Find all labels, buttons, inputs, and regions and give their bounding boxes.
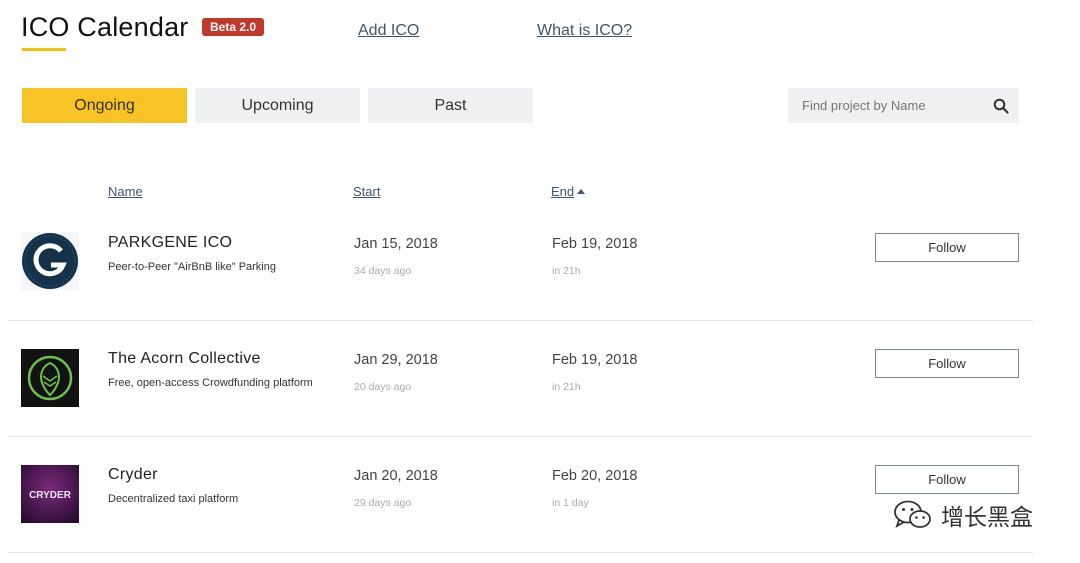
end-date: Feb 19, 2018 — [552, 352, 638, 368]
table-row: CRYDER Cryder Decentralized taxi platfor… — [8, 437, 1033, 553]
column-header-start[interactable]: Start — [353, 184, 380, 199]
acorn-collective-logo — [21, 349, 79, 407]
end-relative: in 21h — [552, 381, 581, 393]
tab-upcoming[interactable]: Upcoming — [195, 88, 360, 123]
start-date: Jan 20, 2018 — [354, 468, 438, 484]
parkgene-logo — [21, 232, 79, 290]
project-name[interactable]: Cryder — [108, 466, 158, 484]
start-relative: 29 days ago — [354, 497, 412, 509]
end-date: Feb 19, 2018 — [552, 236, 638, 252]
tab-ongoing[interactable]: Ongoing — [22, 88, 187, 123]
search-box — [788, 88, 1019, 123]
end-date: Feb 20, 2018 — [552, 468, 638, 484]
search-input[interactable] — [788, 88, 988, 123]
table-row: The Acorn Collective Free, open-access C… — [8, 321, 1033, 437]
what-is-ico-link[interactable]: What is ICO? — [537, 22, 632, 40]
start-relative: 34 days ago — [354, 265, 412, 277]
search-icon[interactable] — [993, 98, 1009, 114]
project-description: Peer-to-Peer "AirBnB like" Parking — [108, 261, 276, 273]
start-date: Jan 29, 2018 — [354, 352, 438, 368]
column-header-end[interactable]: End — [551, 184, 586, 199]
column-header-name[interactable]: Name — [108, 184, 143, 199]
row-divider — [8, 552, 1033, 553]
watermark: 增长黑盒 — [893, 498, 1033, 532]
tab-past[interactable]: Past — [368, 88, 533, 123]
end-relative: in 1 day — [552, 497, 589, 509]
watermark-text: 增长黑盒 — [941, 505, 1033, 531]
project-description: Decentralized taxi platform — [108, 493, 239, 505]
project-name[interactable]: The Acorn Collective — [108, 350, 261, 368]
start-relative: 20 days ago — [354, 381, 412, 393]
start-date: Jan 15, 2018 — [354, 236, 438, 252]
cryder-logo-text: CRYDER — [29, 490, 72, 501]
add-ico-link[interactable]: Add ICO — [358, 22, 419, 40]
follow-button[interactable]: Follow — [875, 233, 1019, 262]
follow-button[interactable]: Follow — [875, 465, 1019, 494]
sort-ascending-icon — [577, 189, 586, 194]
column-header-end-label: End — [551, 184, 575, 199]
project-name[interactable]: PARKGENE ICO — [108, 234, 232, 252]
cryder-logo: CRYDER — [21, 465, 79, 523]
end-relative: in 21h — [552, 265, 581, 277]
title-underline — [22, 48, 66, 51]
beta-badge: Beta 2.0 — [202, 18, 265, 36]
project-description: Free, open-access Crowdfunding platform — [108, 377, 313, 389]
table-row: PARKGENE ICO Peer-to-Peer "AirBnB like" … — [8, 205, 1033, 321]
wechat-icon — [894, 500, 931, 528]
follow-button[interactable]: Follow — [875, 349, 1019, 378]
page-title: ICO Calendar — [21, 12, 189, 42]
